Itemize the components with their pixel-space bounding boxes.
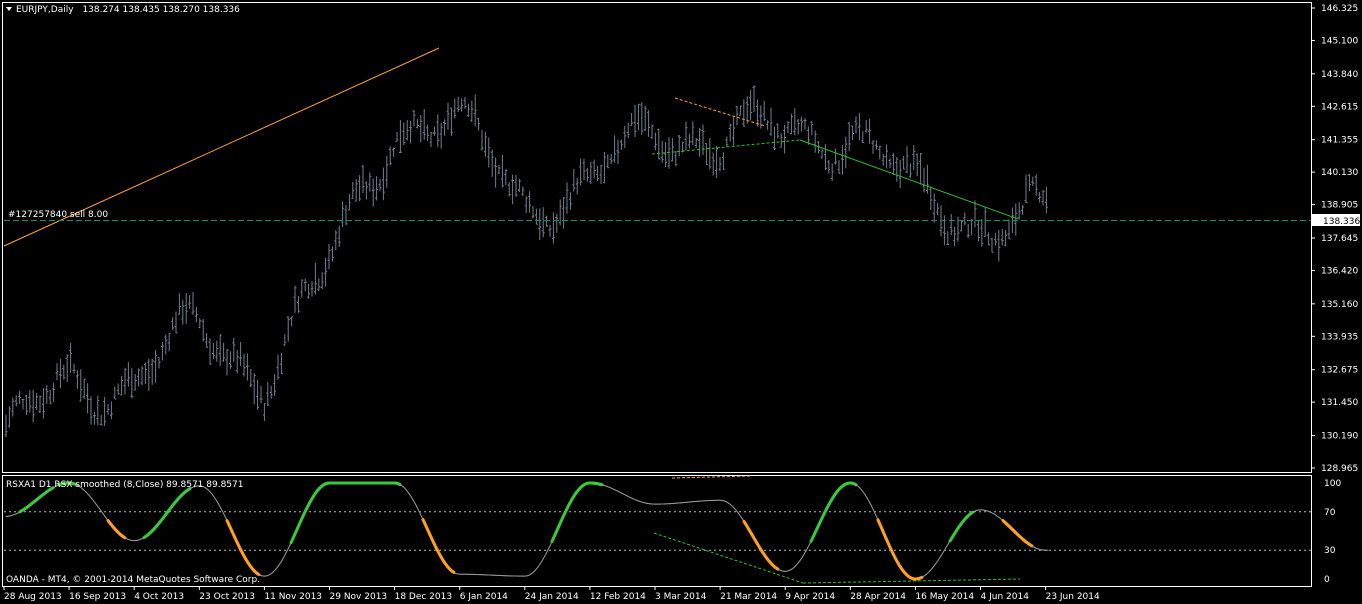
price-tick-label: 138.905 <box>1321 201 1358 211</box>
time-tick-label: 18 Dec 2013 <box>395 592 453 602</box>
rsx-level-label: 100 <box>1324 479 1341 489</box>
rsx-level-label: 0 <box>1324 575 1330 585</box>
time-tick-label: 23 Oct 2013 <box>199 592 255 602</box>
price-tick-label: 132.675 <box>1321 366 1358 376</box>
price-tick-label: 143.840 <box>1321 70 1358 80</box>
price-tick-label: 131.450 <box>1321 398 1358 408</box>
time-tick-label: 28 Aug 2013 <box>4 592 62 602</box>
time-tick-label: 11 Nov 2013 <box>264 592 322 602</box>
price-tick-label: 141.355 <box>1321 136 1358 146</box>
time-tick-label: 24 Jan 2014 <box>525 592 579 602</box>
time-tick-label: 16 Sep 2013 <box>69 592 126 602</box>
time-tick-label: 6 Jan 2014 <box>460 592 508 602</box>
time-tick-label: 4 Oct 2013 <box>134 592 184 602</box>
rsx-level-label: 70 <box>1324 508 1336 518</box>
footer-copyright: OANDA - MT4, © 2001-2014 MetaQuotes Soft… <box>6 575 260 585</box>
svg-text:EURJPY,Daily 138.274 138.4: EURJPY,Daily 138.274 138.435 138.270 138… <box>16 5 240 15</box>
order-label: #127257840 sell 8.00 <box>8 210 108 220</box>
price-tick-label: 145.100 <box>1321 36 1358 46</box>
time-tick-label: 4 Jun 2014 <box>981 592 1030 602</box>
time-tick-label: 28 Apr 2014 <box>850 592 906 602</box>
time-tick-label: 16 May 2014 <box>915 592 974 602</box>
current-price-label: 138.336 <box>1323 217 1360 227</box>
time-tick-label: 23 Jun 2014 <box>1046 592 1100 602</box>
ohlc-values: 138.274 138.435 138.270 138.336 <box>82 5 240 15</box>
price-tick-label: 146.325 <box>1321 4 1358 14</box>
price-tick-label: 130.190 <box>1321 432 1358 442</box>
symbol-timeframe: EURJPY,Daily <box>16 5 74 15</box>
price-tick-label: 136.420 <box>1321 266 1358 276</box>
price-tick-label: 135.160 <box>1321 300 1358 310</box>
price-tick-label: 133.935 <box>1321 332 1358 342</box>
price-tick-label: 128.965 <box>1321 464 1358 474</box>
price-tick-label: 142.615 <box>1321 102 1358 112</box>
rsx-level-label: 30 <box>1324 546 1336 556</box>
indicator-label: RSXA1 D1 RSX smoothed (8,Close) 89.8571 … <box>6 480 243 490</box>
price-tick-label: 137.645 <box>1321 234 1358 244</box>
price-tick-label: 140.130 <box>1321 168 1358 178</box>
time-tick-label: 9 Apr 2014 <box>785 592 835 602</box>
time-tick-label: 12 Feb 2014 <box>590 592 646 602</box>
price-chart[interactable]: #127257840 sell 8.00 EURJPY,Daily 138.27… <box>0 0 1362 604</box>
time-tick-label: 3 Mar 2014 <box>655 592 707 602</box>
time-tick-label: 21 Mar 2014 <box>720 592 777 602</box>
time-tick-label: 29 Nov 2013 <box>330 592 388 602</box>
